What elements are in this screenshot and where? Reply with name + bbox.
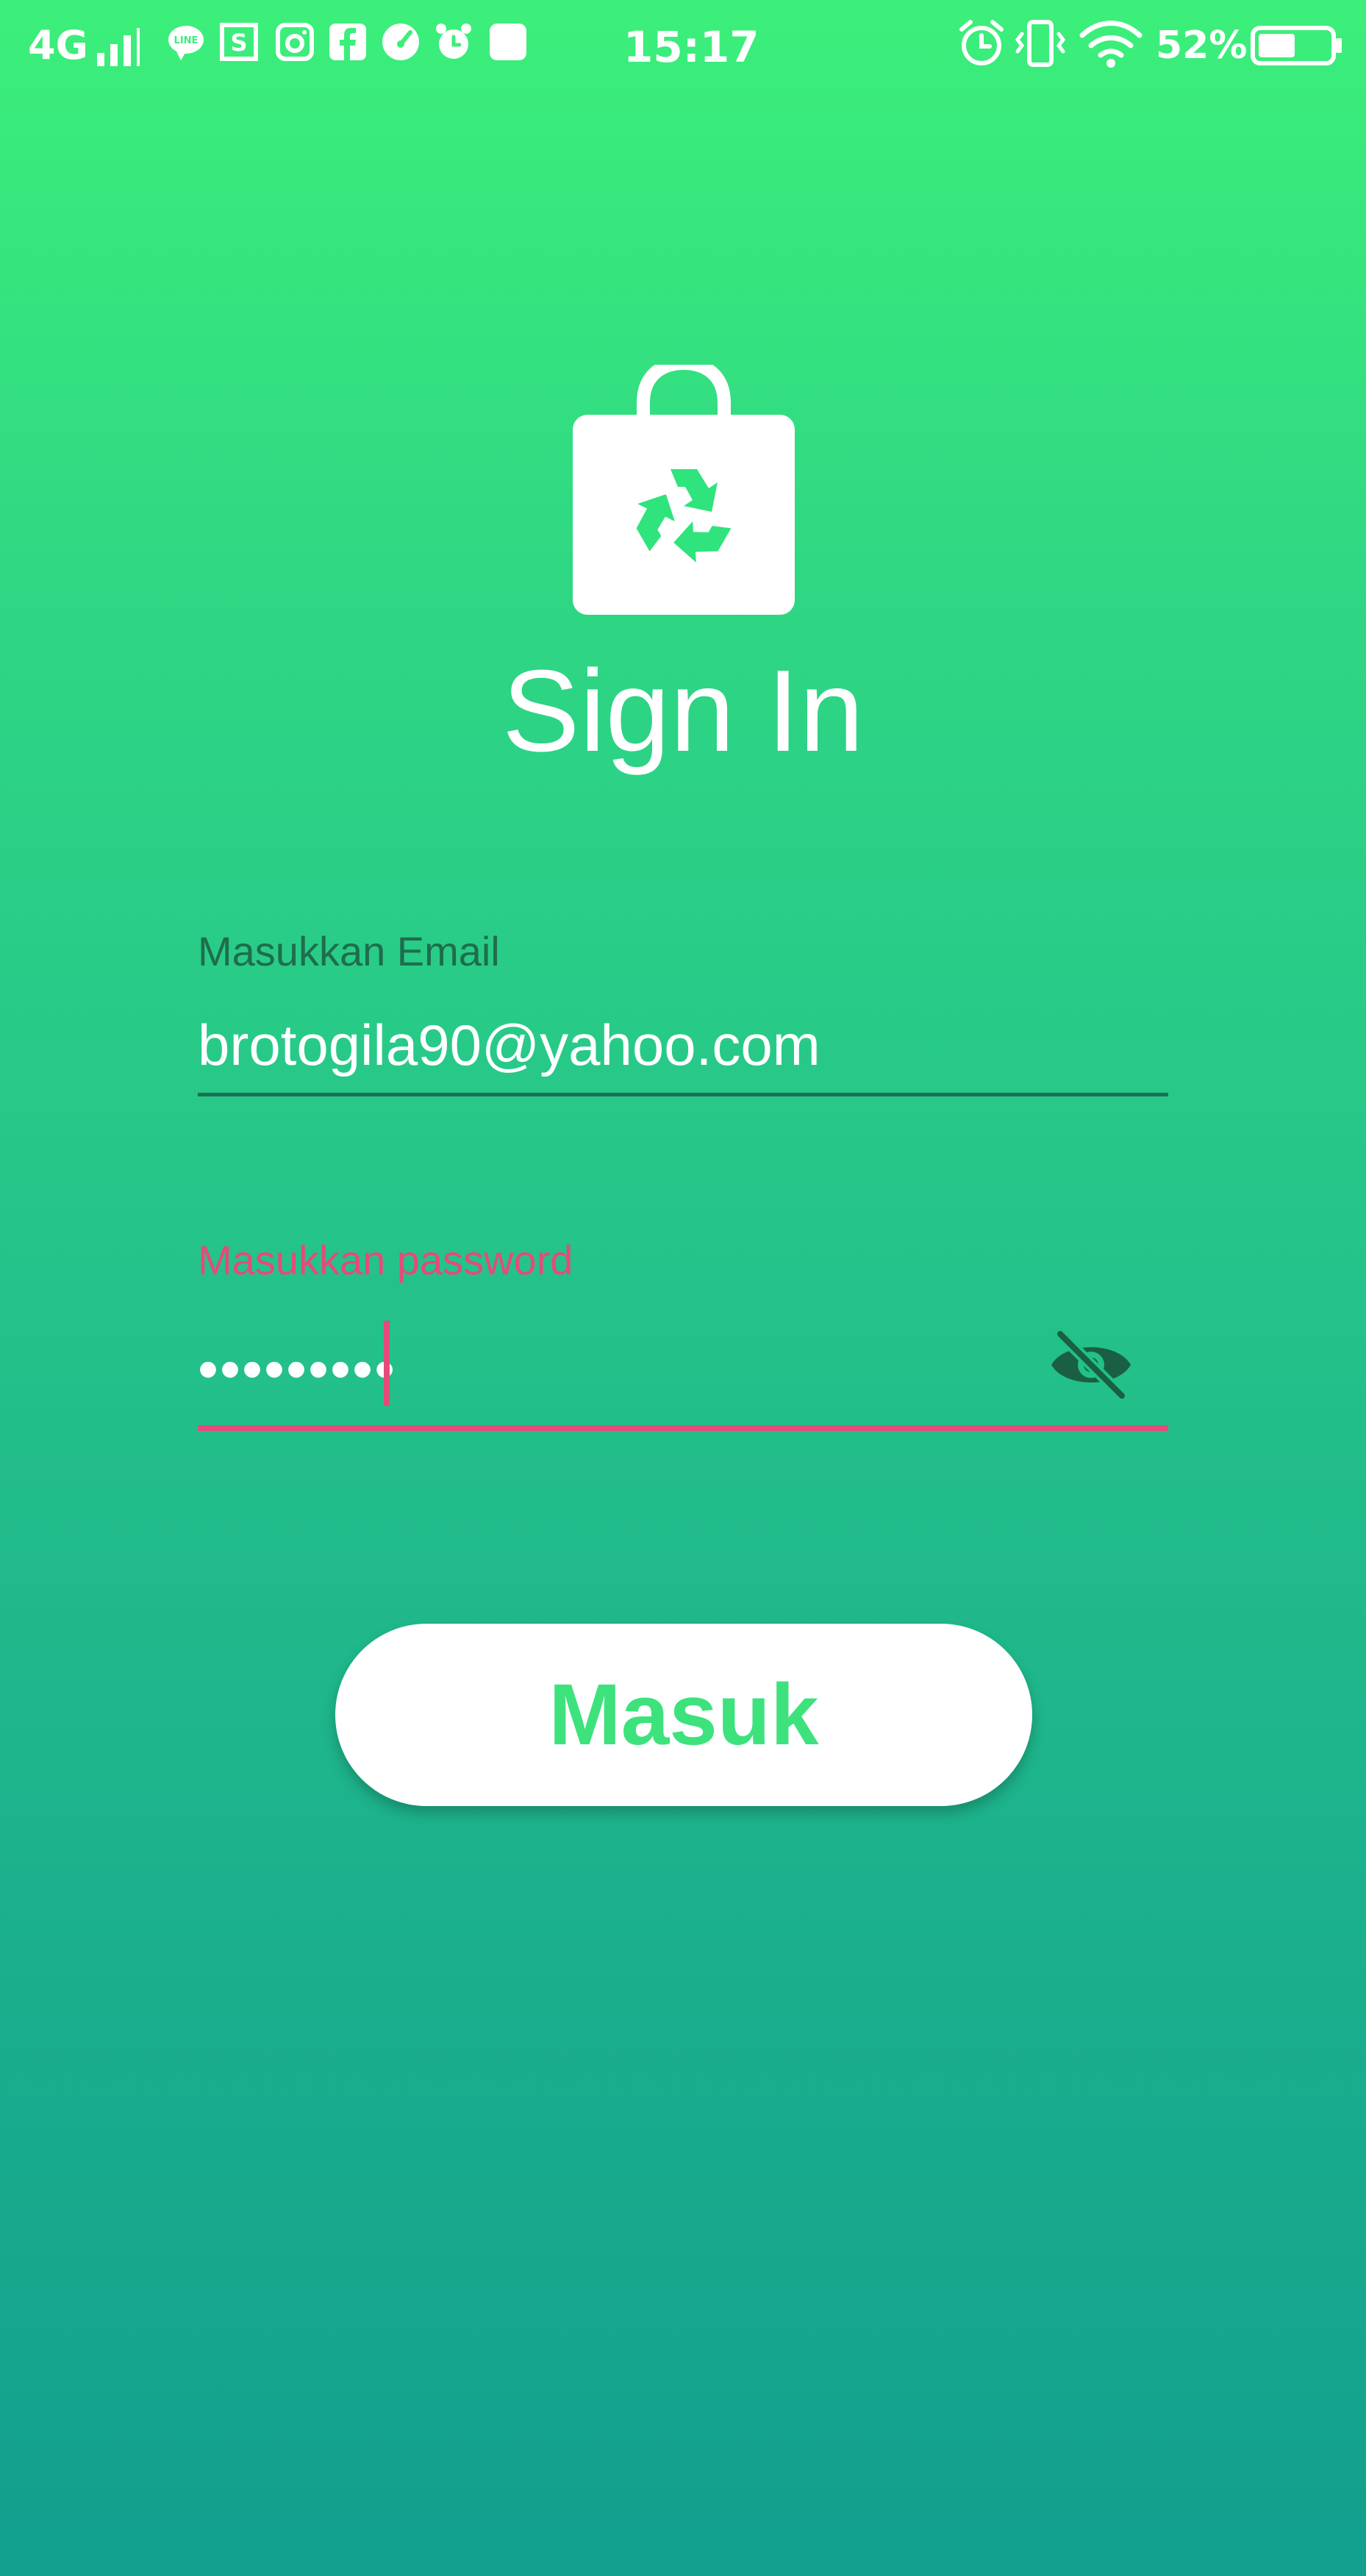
sign-in-screen: 4G LINE S 15:17 52% Sign In Masukkan Ema…	[0, 0, 1366, 2576]
eye-off-icon[interactable]	[1047, 1328, 1135, 1402]
signal-icon	[97, 28, 140, 66]
battery-percent: 52%	[1156, 24, 1248, 68]
facebook-icon	[329, 24, 366, 60]
status-bar: 4G LINE S 15:17 52%	[0, 0, 1366, 96]
s-app-icon: S	[220, 23, 258, 61]
password-underline	[198, 1425, 1168, 1431]
wifi-icon	[1079, 21, 1142, 68]
email-field[interactable]: brotogila90@yahoo.com	[198, 1016, 820, 1074]
instagram-icon	[276, 23, 314, 61]
svg-text:LINE: LINE	[174, 35, 199, 46]
clock: 15:17	[623, 22, 759, 72]
text-cursor	[384, 1321, 390, 1406]
password-label: Masukkan password	[198, 1237, 573, 1283]
line-icon: LINE	[168, 26, 204, 60]
password-field[interactable]: •••••••••	[198, 1340, 396, 1399]
network-type: 4G	[28, 22, 88, 68]
recycle-shopping-bag-icon	[573, 365, 795, 615]
battery-fill	[1259, 34, 1295, 57]
vibrate-icon	[1015, 20, 1066, 67]
sign-in-button[interactable]: Masuk	[335, 1624, 1032, 1806]
speedometer-icon	[382, 24, 419, 60]
alarm-icon	[959, 20, 1004, 65]
alarm-icon	[436, 24, 471, 59]
page-title: Sign In	[502, 646, 864, 776]
email-underline	[198, 1093, 1168, 1096]
svg-text:S: S	[230, 29, 247, 57]
sign-in-button-label: Masuk	[548, 1666, 819, 1763]
square-app-icon	[490, 24, 526, 60]
email-label: Masukkan Email	[198, 928, 500, 974]
battery-icon	[1251, 26, 1342, 65]
